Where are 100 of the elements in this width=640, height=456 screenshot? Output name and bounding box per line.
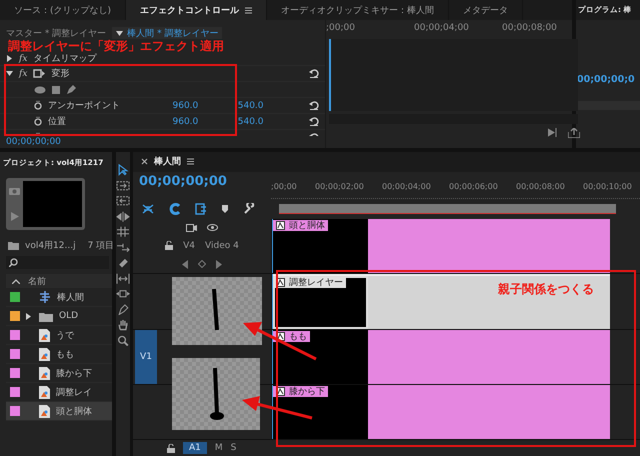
menu-icon[interactable] — [245, 6, 252, 14]
pointer-icon[interactable] — [117, 164, 129, 176]
lock-icon[interactable] — [167, 444, 175, 453]
search-field[interactable] — [6, 256, 109, 269]
ripple-edit-icon[interactable] — [116, 210, 130, 222]
slide-icon[interactable] — [116, 288, 130, 300]
ellipse-mask-icon[interactable] — [34, 86, 46, 94]
column-header[interactable]: 名前 — [28, 274, 46, 288]
ruler-label: 00;00;06;00 — [449, 182, 499, 192]
zoom-icon[interactable] — [117, 334, 129, 346]
item-name: 棒人間 — [57, 292, 84, 304]
razor-icon[interactable] — [117, 257, 129, 268]
ruler-label: 00;00;08;00 — [516, 182, 566, 192]
reset-icon[interactable] — [309, 101, 319, 110]
track-name: Video 4 — [205, 240, 239, 251]
close-icon[interactable] — [141, 158, 148, 166]
slip-icon[interactable] — [116, 272, 130, 284]
item-name: もも — [56, 348, 74, 360]
timecode[interactable]: 00;00;00;00 — [0, 136, 325, 148]
annotation-text: 調整レイヤーに「変形」エフェクト適用 — [8, 40, 224, 52]
timecode[interactable]: 00;00;00;0 — [576, 74, 640, 85]
timeline-clip[interactable]: もも — [273, 330, 610, 384]
value-field[interactable]: 540.0 — [238, 100, 297, 110]
ruler-label: 00;00;02;00 — [315, 182, 365, 192]
project-item[interactable]: うで — [6, 326, 112, 345]
bin-icon[interactable] — [8, 240, 19, 250]
track-select-forward-icon[interactable] — [116, 180, 130, 191]
effect-name: タイムリマップ — [33, 52, 96, 65]
panel-tab[interactable]: オーディオクリップミキサー：棒人間 — [267, 0, 450, 20]
timeline-clip[interactable]: 頭と胴体 — [273, 219, 610, 274]
property-name: アンカーポイント — [48, 100, 121, 112]
sort-icon[interactable] — [12, 278, 20, 284]
clip-label: 膝から下 — [289, 386, 325, 398]
fx-badge[interactable]: fx — [19, 68, 28, 78]
item-count: 7 項目 — [88, 240, 116, 252]
sequence-tab[interactable]: 棒人間 — [154, 155, 181, 168]
annotation-text: 親子関係をつくる — [498, 283, 594, 296]
solo-button[interactable]: S — [230, 443, 236, 454]
clip-label: 調整レイヤー — [289, 276, 343, 290]
value-field[interactable]: 540.0 — [238, 116, 297, 126]
annotation-arrow — [242, 396, 312, 420]
rolling-edit-icon[interactable] — [116, 226, 130, 238]
disclosure-triangle-icon[interactable] — [6, 70, 13, 77]
value-field[interactable]: 960.0 — [172, 116, 232, 126]
mute-button[interactable]: M — [214, 443, 223, 454]
source-patch[interactable]: V1 — [135, 330, 157, 384]
previous-keyframe-icon[interactable] — [182, 260, 188, 269]
snap-icon[interactable] — [169, 203, 181, 216]
linked-selection-icon[interactable] — [195, 203, 207, 216]
menu-icon[interactable] — [187, 158, 194, 166]
timeline-clip[interactable]: 膝から下 — [273, 384, 610, 440]
item-name: OLD — [59, 311, 78, 321]
project-item[interactable]: 頭と胴体 — [6, 402, 112, 421]
hand-icon[interactable] — [117, 319, 129, 330]
video-preview — [23, 181, 82, 227]
value-field[interactable]: 960.0 — [172, 100, 232, 110]
wrench-icon[interactable] — [243, 203, 255, 216]
next-keyframe-icon[interactable] — [216, 260, 222, 269]
track-select-backward-icon[interactable] — [116, 195, 130, 206]
export-icon[interactable] — [568, 128, 580, 138]
disclosure-triangle-icon[interactable] — [6, 55, 13, 62]
reset-icon[interactable] — [309, 69, 319, 78]
folder-icon — [39, 310, 53, 322]
master-clip-path[interactable]: マスター * 調整レイヤー — [6, 26, 106, 40]
item-name: 膝から下 — [56, 368, 92, 380]
fx-badge[interactable]: fx — [19, 54, 28, 64]
ruler-label: 00;00;08;00 — [502, 23, 558, 35]
panel-tab[interactable]: エフェクトコントロール — [126, 0, 268, 20]
scrollbar[interactable] — [576, 101, 640, 110]
project-item[interactable]: もも — [6, 345, 112, 364]
pen-mask-icon[interactable] — [66, 84, 76, 94]
track-target[interactable]: V4 — [183, 240, 196, 251]
sequence-icon — [39, 291, 51, 303]
ruler-label: 00;00;04;00 — [414, 23, 470, 35]
item-name: 頭と胴体 — [56, 406, 92, 418]
rate-stretch-icon[interactable] — [116, 242, 130, 253]
nest-icon[interactable] — [141, 203, 155, 216]
clip-label: もも — [289, 330, 307, 343]
project-item[interactable]: 棒人間 — [6, 288, 112, 307]
timecode[interactable]: 00;00;00;00 — [133, 172, 271, 189]
project-item[interactable]: 膝から下 — [6, 364, 112, 383]
ruler-label: 00;00;04;00 — [382, 182, 432, 192]
pen-icon[interactable] — [117, 304, 129, 315]
keyframe-icon[interactable] — [198, 260, 206, 268]
eye-icon[interactable] — [207, 224, 218, 232]
track-target[interactable]: A1 — [183, 442, 207, 454]
expand-triangle-icon[interactable] — [26, 312, 31, 320]
bin-name: vol4用12...j — [25, 240, 76, 252]
item-name: うで — [56, 330, 74, 342]
clip-path[interactable]: 棒人間 * 調整レイヤー — [112, 27, 222, 39]
panel-tab[interactable]: メタデータ — [449, 0, 524, 20]
work-area-bar[interactable] — [279, 204, 616, 214]
lock-icon[interactable] — [165, 241, 174, 250]
image-file-icon — [39, 328, 50, 342]
project-item[interactable]: OLD — [6, 307, 112, 326]
ruler-label: 00;00;10;00 — [583, 182, 633, 192]
clip-label: 頭と胴体 — [289, 220, 325, 232]
reset-icon[interactable] — [309, 117, 319, 126]
rectangle-mask-icon[interactable] — [52, 86, 60, 94]
marker-icon[interactable] — [221, 204, 229, 214]
